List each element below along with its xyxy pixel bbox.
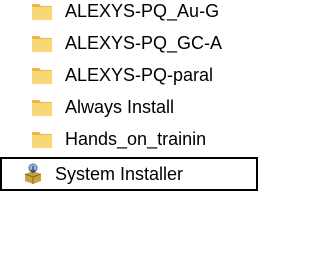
tree-item-label: System Installer <box>55 164 184 184</box>
tree-item-alexys-pq-paral[interactable]: ALEXYS-PQ-paral <box>0 58 258 92</box>
tree-item-hands-on-training[interactable]: Hands_on_trainin <box>0 122 258 156</box>
tree-item-always-install[interactable]: Always Install <box>0 90 258 124</box>
tree-item-alexys-pq-au[interactable]: ALEXYS-PQ_Au-G <box>0 0 258 28</box>
tree-item-label: ALEXYS-PQ_GC-A <box>65 33 223 53</box>
tree-item-label: Hands_on_trainin <box>65 129 207 149</box>
folder-icon <box>31 32 53 54</box>
tree-item-alexys-pq-gc[interactable]: ALEXYS-PQ_GC-A <box>0 26 258 60</box>
folder-icon <box>31 0 53 22</box>
tree-item-label: Always Install <box>65 97 175 117</box>
folder-icon <box>31 96 53 118</box>
installer-icon <box>22 163 44 185</box>
tree-item-label: ALEXYS-PQ-paral <box>65 65 214 85</box>
folder-icon <box>31 128 53 150</box>
tree-item-label: ALEXYS-PQ_Au-G <box>65 1 220 21</box>
tree-item-system-installer[interactable]: System Installer <box>0 157 258 191</box>
file-tree: ALEXYS-PQ_Au-G ALEXYS-PQ_GC-A ALEXYS-PQ-… <box>0 0 258 257</box>
folder-icon <box>31 64 53 86</box>
